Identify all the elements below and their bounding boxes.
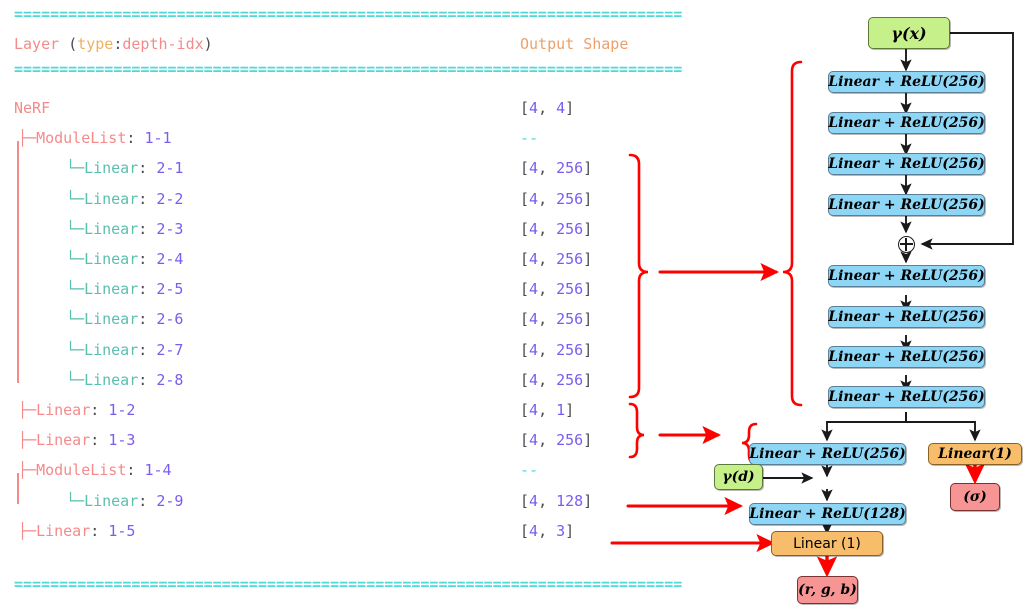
node-rgb-head[interactable]: Linear (1) bbox=[771, 531, 883, 556]
node-sigma-head[interactable]: Linear(1) bbox=[928, 443, 1022, 465]
skip-connection-add-icon bbox=[898, 236, 915, 253]
node-linear-relu-256-8[interactable]: Linear + ReLU(256) bbox=[828, 386, 985, 408]
node-linear-relu-256-6[interactable]: Linear + ReLU(256) bbox=[828, 306, 985, 328]
node-linear-relu-256-4[interactable]: Linear + ReLU(256) bbox=[828, 194, 985, 216]
node-linear-relu-256-9[interactable]: Linear + ReLU(256) bbox=[749, 443, 906, 465]
node-gamma-d[interactable]: γ(d) bbox=[714, 464, 763, 490]
node-sigma-output[interactable]: (σ) bbox=[950, 483, 1000, 511]
node-linear-relu-256-5[interactable]: Linear + ReLU(256) bbox=[828, 265, 985, 287]
node-gamma-x[interactable]: γ(x) bbox=[868, 17, 950, 49]
node-rgb-output[interactable]: (r, g, b) bbox=[797, 576, 858, 604]
node-linear-relu-256-7[interactable]: Linear + ReLU(256) bbox=[828, 346, 985, 368]
nerf-architecture-diagram: γ(x) Linear + ReLU(256) Linear + ReLU(25… bbox=[0, 0, 1024, 616]
node-linear-relu-256-3[interactable]: Linear + ReLU(256) bbox=[828, 153, 985, 175]
node-linear-relu-128[interactable]: Linear + ReLU(128) bbox=[749, 503, 906, 525]
node-linear-relu-256-2[interactable]: Linear + ReLU(256) bbox=[828, 112, 985, 134]
node-linear-relu-256-1[interactable]: Linear + ReLU(256) bbox=[828, 71, 985, 93]
